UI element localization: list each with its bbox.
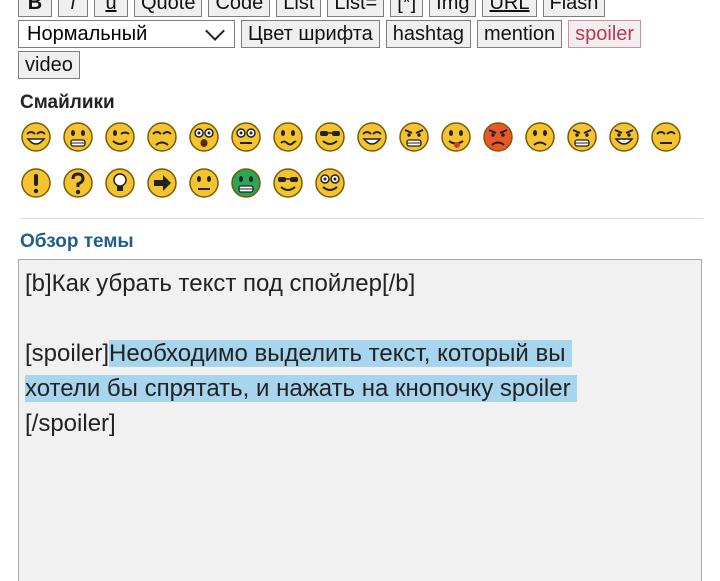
font-color-button[interactable]: Цвет шрифта [241,20,380,48]
bbcode-toolbar: B i u Quote Code List List= [*] Img URL … [18,0,708,81]
tongue-face[interactable] [440,121,472,153]
toolbar-row-2: Нормальный Цвет шрифта hashtag mention s… [18,19,708,49]
dizzy-face[interactable] [230,121,262,153]
hashtag-button[interactable]: hashtag [385,20,471,48]
bold-button[interactable]: B [18,0,52,17]
code-button[interactable]: Code [208,0,271,17]
toolbar-row-1: B i u Quote Code List List= [*] Img URL … [18,0,708,18]
smilies-row-2 [20,164,700,202]
message-line: хотели бы спрятать, и нажать на кнопочку… [25,371,695,406]
selected-text: хотели бы спрятать, и нажать на кнопочку… [25,375,578,402]
message-line: [spoiler]Необходимо выделить текст, кото… [25,336,695,371]
smirk-face[interactable] [188,167,220,199]
chevron-down-icon [205,21,225,41]
idea-icon[interactable] [104,167,136,199]
video-button[interactable]: video [18,51,80,79]
confused-face[interactable] [272,121,304,153]
wink-face[interactable] [104,121,136,153]
big-grin-face[interactable] [356,121,388,153]
spoiler-button[interactable]: spoiler [568,20,642,48]
angry-squint-face[interactable] [398,121,430,153]
smilies-heading: Смайлики [20,92,115,113]
img-button[interactable]: Img [429,0,477,17]
list-item-button[interactable]: [*] [390,0,424,17]
geek-face[interactable] [272,167,304,199]
section-divider [20,218,703,219]
mention-button[interactable]: mention [476,20,563,48]
list-button[interactable]: List [276,0,322,17]
question-icon[interactable] [62,167,94,199]
spoiler-open-tag: [spoiler] [25,340,110,367]
laughing-face[interactable] [20,121,52,153]
url-button[interactable]: URL [482,0,537,17]
underline-button[interactable]: u [94,0,128,17]
italic-button[interactable]: i [58,0,88,17]
message-textarea[interactable]: [b]Как убрать текст под спойлер[/b] [spo… [18,259,702,581]
twisted-evil-face[interactable] [608,121,640,153]
green-face[interactable] [230,167,262,199]
neutral-face[interactable] [650,121,682,153]
message-line: [/spoiler] [25,410,116,437]
smilies-panel [20,118,700,210]
frown-face[interactable] [524,121,556,153]
message-line: [b]Как убрать текст под спойлер[/b] [25,270,416,297]
posting-page: B i u Quote Code List List= [*] Img URL … [0,0,720,581]
exclamation-icon[interactable] [20,167,52,199]
grin-face[interactable] [62,121,94,153]
topic-review-heading: Обзор темы [20,231,134,252]
evil-face[interactable] [566,121,598,153]
sad-face[interactable] [146,121,178,153]
shocked-face[interactable] [188,121,220,153]
selected-text: Необходимо выделить текст, который вы [109,340,573,367]
smilies-row-1 [20,118,700,156]
toolbar-row-3: video [18,50,708,80]
arrow-icon[interactable] [146,167,178,199]
cool-face[interactable] [314,121,346,153]
nerd-face[interactable] [314,167,346,199]
quote-button[interactable]: Quote [134,0,203,17]
mad-face[interactable] [482,121,514,153]
font-size-value: Нормальный [27,23,148,45]
font-size-select[interactable]: Нормальный [18,20,235,48]
flash-button[interactable]: Flash [542,0,606,17]
ordered-list-button[interactable]: List= [327,0,385,17]
